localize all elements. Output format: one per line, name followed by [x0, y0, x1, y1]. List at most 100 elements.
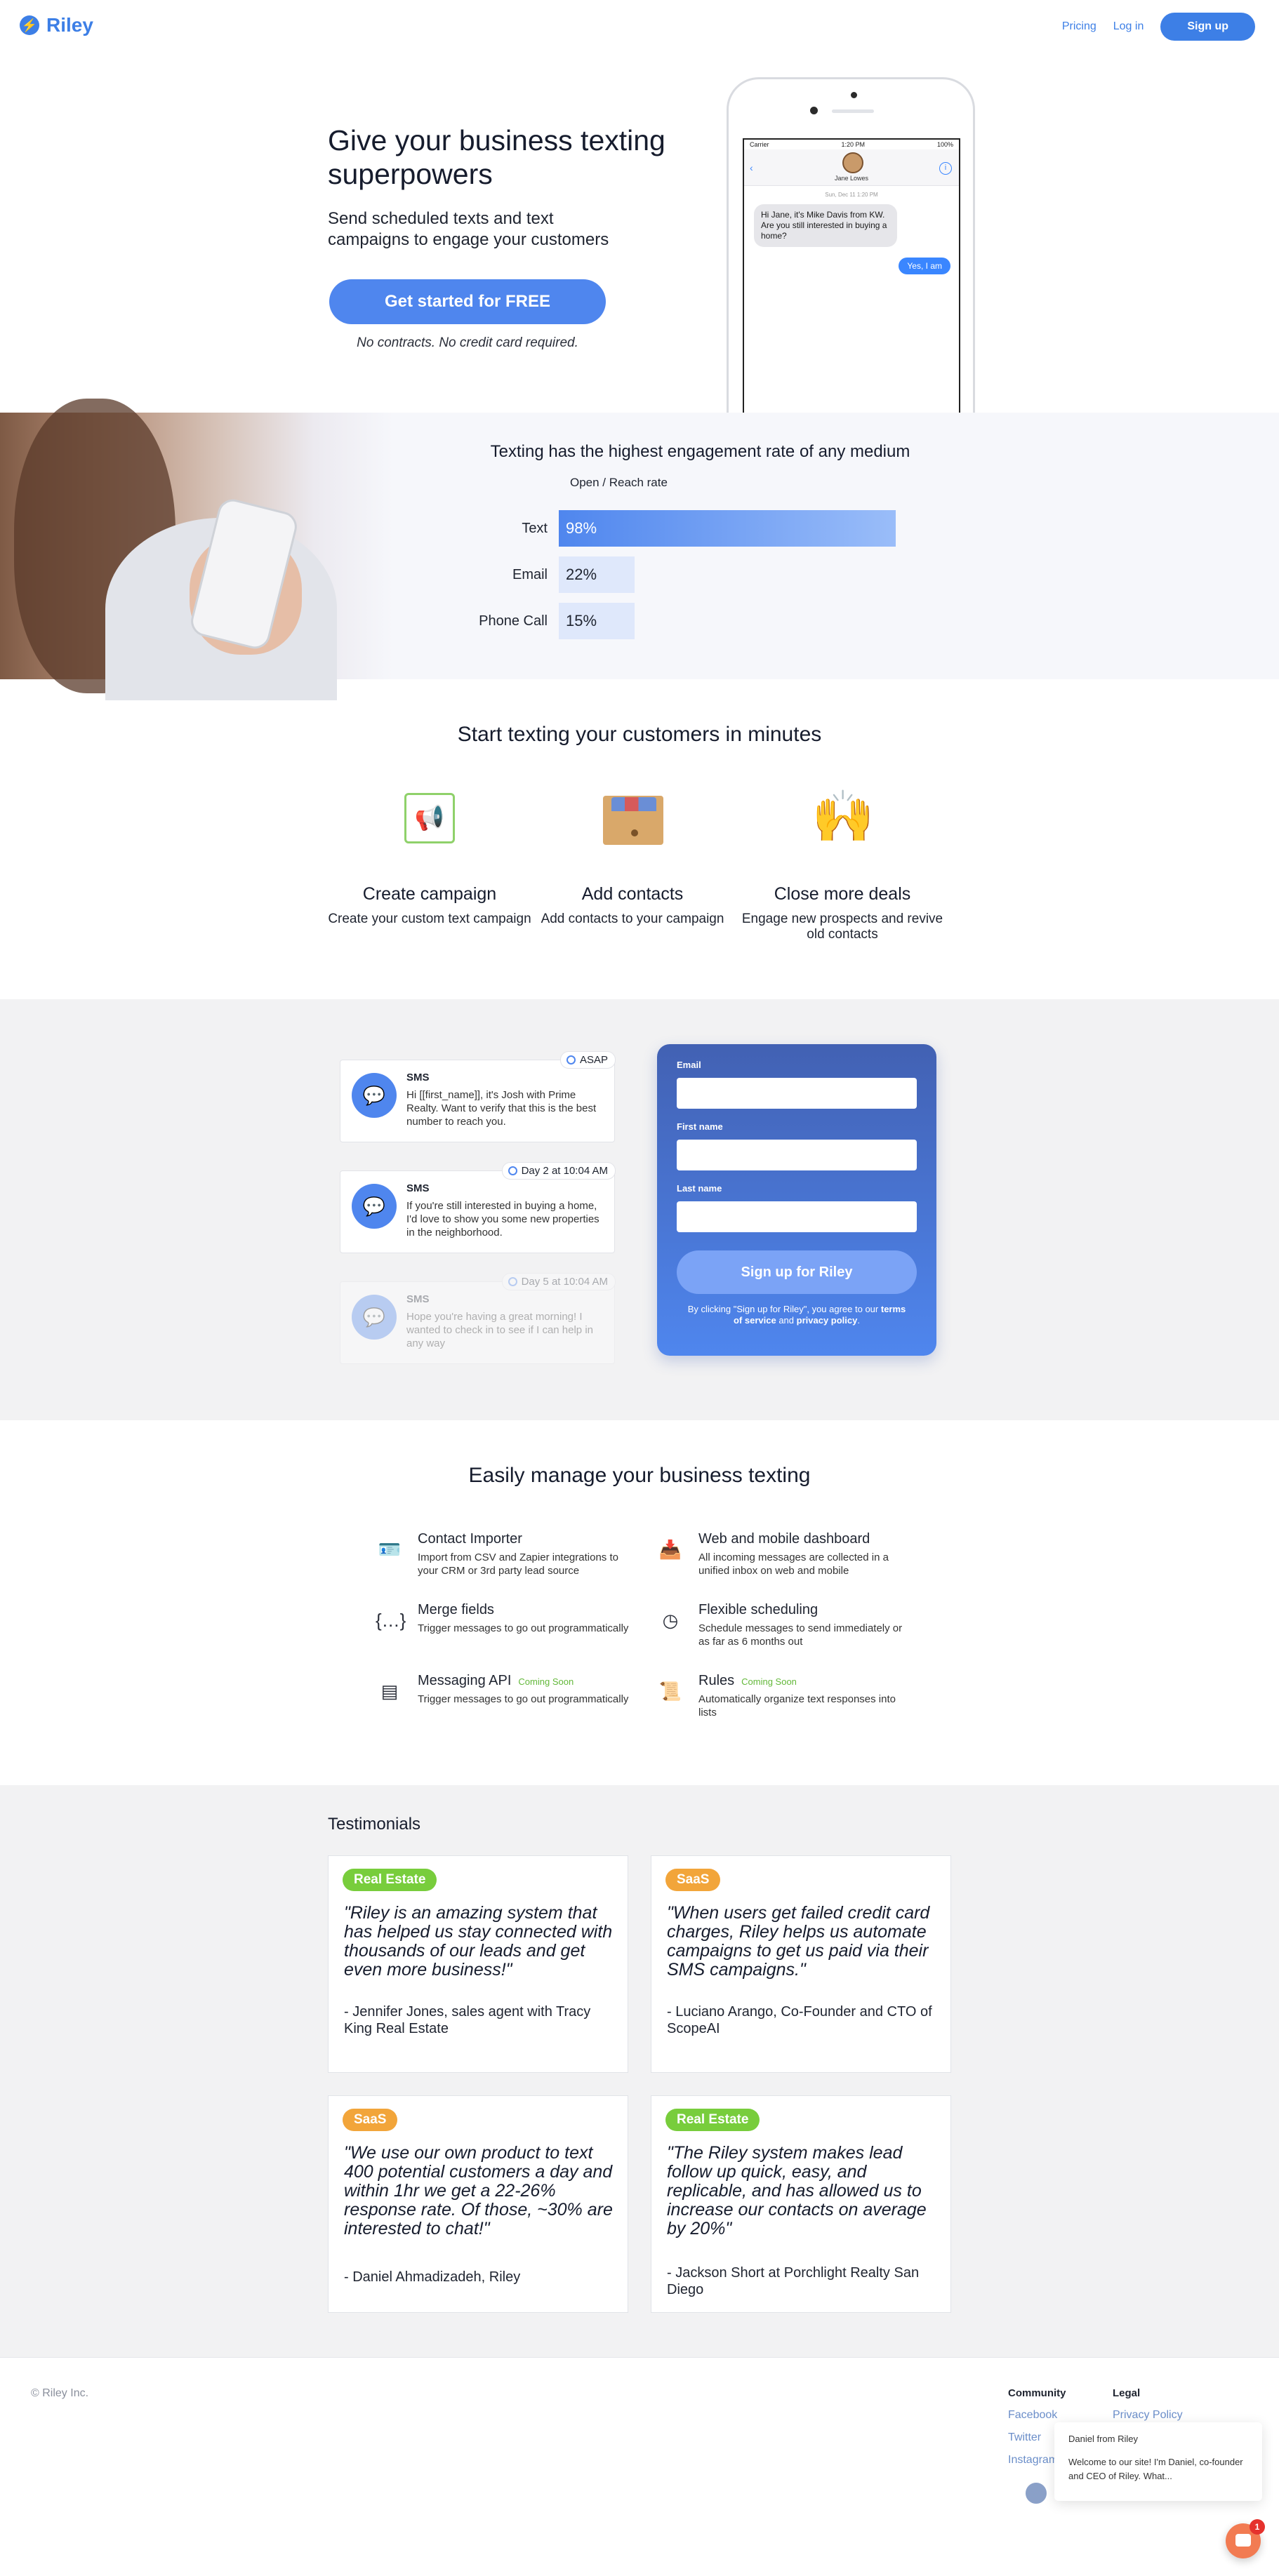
step-name: Close more deals — [774, 884, 911, 904]
bar-phone-call: 15% — [559, 603, 635, 639]
contact-avatar — [842, 152, 863, 173]
bar-label: Email — [512, 566, 548, 582]
feature-desc: Trigger messages to go out programmatica… — [418, 1622, 629, 1634]
clock-icon — [508, 1166, 517, 1175]
message-text: Hope you're having a great morning! I wa… — [406, 1311, 593, 1349]
schedule-tag: ASAP — [559, 1051, 616, 1069]
phone-mockup: Carrier 1:20 PM 100% ‹ Jane Lowes i Sun,… — [727, 77, 975, 414]
chat-icon — [1235, 2534, 1251, 2547]
email-field[interactable] — [677, 1078, 917, 1109]
contact-card-icon: 🪪 — [378, 1539, 402, 1560]
megaphone-icon: 📢 — [404, 793, 455, 843]
step-desc: Engage new prospects and revive old cont… — [741, 912, 943, 942]
step-desc: Create your custom text campaign — [328, 912, 531, 926]
step-desc: Add contacts to your campaign — [541, 912, 724, 926]
testimonial-card: Real Estate "Riley is an amazing system … — [328, 1855, 628, 2073]
testimonial-author: - Jackson Short at Porchlight Realty San… — [667, 2265, 920, 2297]
phone-sensor — [810, 107, 818, 114]
feature-name: Rules Coming Soon — [698, 1673, 797, 1688]
outgoing-message: Yes, I am — [899, 258, 950, 274]
inbox-icon: 📥 — [658, 1539, 682, 1560]
feature-desc: Automatically organize text responses in… — [698, 1693, 896, 1719]
footer-heading: Legal — [1113, 2387, 1141, 2399]
testimonial-card: SaaS "We use our own product to text 400… — [328, 2095, 628, 2313]
clock-icon: ◷ — [662, 1610, 679, 1631]
coming-soon-badge: Coming Soon — [741, 1676, 797, 1687]
schedule-tag: Day 2 at 10:04 AM — [501, 1162, 616, 1180]
feature-scheduling: ◷ Flexible scheduling Schedule messages … — [656, 1602, 909, 1658]
testimonial-quote: "Riley is an amazing system that has hel… — [344, 1903, 613, 1980]
feature-name: Web and mobile dashboard — [698, 1531, 870, 1547]
testimonials-title: Testimonials — [328, 1815, 421, 1834]
features-title: Easily manage your business texting — [468, 1464, 811, 1487]
logo-text: Riley — [46, 14, 93, 36]
status-bar: Carrier 1:20 PM 100% — [744, 140, 959, 149]
first-name-field[interactable] — [677, 1140, 917, 1170]
stats-section: Texting has the highest engagement rate … — [0, 399, 1279, 700]
coming-soon-badge: Coming Soon — [518, 1676, 574, 1687]
phone-screen: Carrier 1:20 PM 100% ‹ Jane Lowes i Sun,… — [743, 138, 960, 414]
bar-row-text: Text 98% — [477, 509, 927, 547]
logo[interactable]: ⚡ Riley — [20, 14, 93, 36]
sequence-message-2: Day 2 at 10:04 AM 💬 SMS If you're still … — [340, 1162, 616, 1253]
chat-bubble-icon: 💬 — [352, 1184, 397, 1229]
file-box-icon — [602, 786, 663, 848]
phone-camera — [851, 92, 857, 98]
signup-for-riley-button[interactable]: Sign up for Riley — [677, 1250, 917, 1294]
privacy-link[interactable]: privacy policy — [797, 1315, 858, 1326]
get-started-button[interactable]: Get started for FREE — [329, 279, 606, 324]
email-label: Email — [677, 1060, 701, 1070]
facebook-link[interactable]: Facebook — [1008, 2409, 1113, 2422]
nav-pricing-link[interactable]: Pricing — [1062, 20, 1096, 33]
nav-login-link[interactable]: Log in — [1113, 20, 1144, 33]
back-icon: ‹ — [750, 162, 753, 173]
copyright: © Riley Inc. — [31, 2387, 89, 2399]
chat-preview[interactable]: Daniel from Riley Welcome to our site! I… — [1054, 2422, 1262, 2501]
feature-contact-importer: 🪪 Contact Importer Import from CSV and Z… — [376, 1531, 628, 1587]
testimonial-quote: "When users get failed credit card charg… — [667, 1903, 930, 1980]
feature-desc: Schedule messages to send immediately or… — [698, 1622, 903, 1648]
chat-date: Sun, Dec 11 1:20 PM — [825, 192, 878, 198]
testimonial-quote: "The Riley system makes lead follow up q… — [667, 2143, 927, 2238]
testimonial-author: - Luciano Arango, Co-Founder and CTO of … — [667, 2004, 932, 2036]
industry-tag: SaaS — [665, 1869, 721, 1891]
signup-form: Email First name Last name Sign up for R… — [657, 1044, 936, 1356]
woman-texting-photo — [0, 399, 393, 700]
bar-row-phone-call: Phone Call 15% — [477, 602, 927, 640]
step-name: Add contacts — [581, 884, 684, 904]
first-name-label: First name — [677, 1121, 723, 1132]
info-icon: i — [939, 162, 952, 175]
top-nav: Pricing Log in Sign up — [1062, 13, 1255, 41]
curly-braces-icon: {…} — [376, 1610, 406, 1631]
phone-speaker — [832, 109, 874, 113]
sequence-message-3: Day 5 at 10:04 AM 💬 SMS Hope you're havi… — [340, 1273, 616, 1364]
raised-hands-icon: 🙌 — [811, 789, 875, 845]
scroll-icon: 📜 — [658, 1681, 682, 1702]
testimonial-quote: "We use our own product to text 400 pote… — [344, 2143, 613, 2238]
steps-title: Start texting your customers in minutes — [457, 723, 822, 746]
step-add-contacts: Add contacts Add contacts to your campai… — [527, 786, 738, 927]
privacy-policy-link[interactable]: Privacy Policy — [1113, 2409, 1218, 2422]
last-name-field[interactable] — [677, 1201, 917, 1232]
message-text: If you're still interested in buying a h… — [406, 1200, 599, 1239]
step-name: Create campaign — [362, 884, 497, 904]
feature-dashboard: 📥 Web and mobile dashboard All incoming … — [656, 1531, 909, 1587]
hero-note: No contracts. No credit card required. — [357, 335, 578, 350]
lightning-bolt-icon: ⚡ — [20, 15, 39, 35]
message-type: SMS — [406, 1182, 430, 1194]
testimonial-author: - Daniel Ahmadizadeh, Riley — [344, 2269, 521, 2285]
testimonials-section — [0, 1785, 1279, 2357]
contact-name: Jane Lowes — [834, 175, 869, 182]
chat-avatar — [1024, 2481, 1048, 2505]
feature-desc: All incoming messages are collected in a… — [698, 1551, 889, 1577]
chat-bubble-icon: 💬 — [352, 1073, 397, 1118]
nav-signup-button[interactable]: Sign up — [1160, 13, 1255, 41]
carrier: Carrier — [750, 141, 769, 148]
bar-label: Text — [522, 520, 548, 536]
last-name-label: Last name — [677, 1183, 722, 1194]
terms-note: By clicking "Sign up for Riley", you agr… — [687, 1304, 906, 1326]
chat-sender: Daniel from Riley — [1068, 2434, 1138, 2444]
chat-message: Welcome to our site! I'm Daniel, co-foun… — [1068, 2457, 1243, 2481]
feature-rules: 📜 Rules Coming Soon Automatically organiz… — [656, 1673, 909, 1729]
stats-title: Texting has the highest engagement rate … — [490, 442, 910, 461]
